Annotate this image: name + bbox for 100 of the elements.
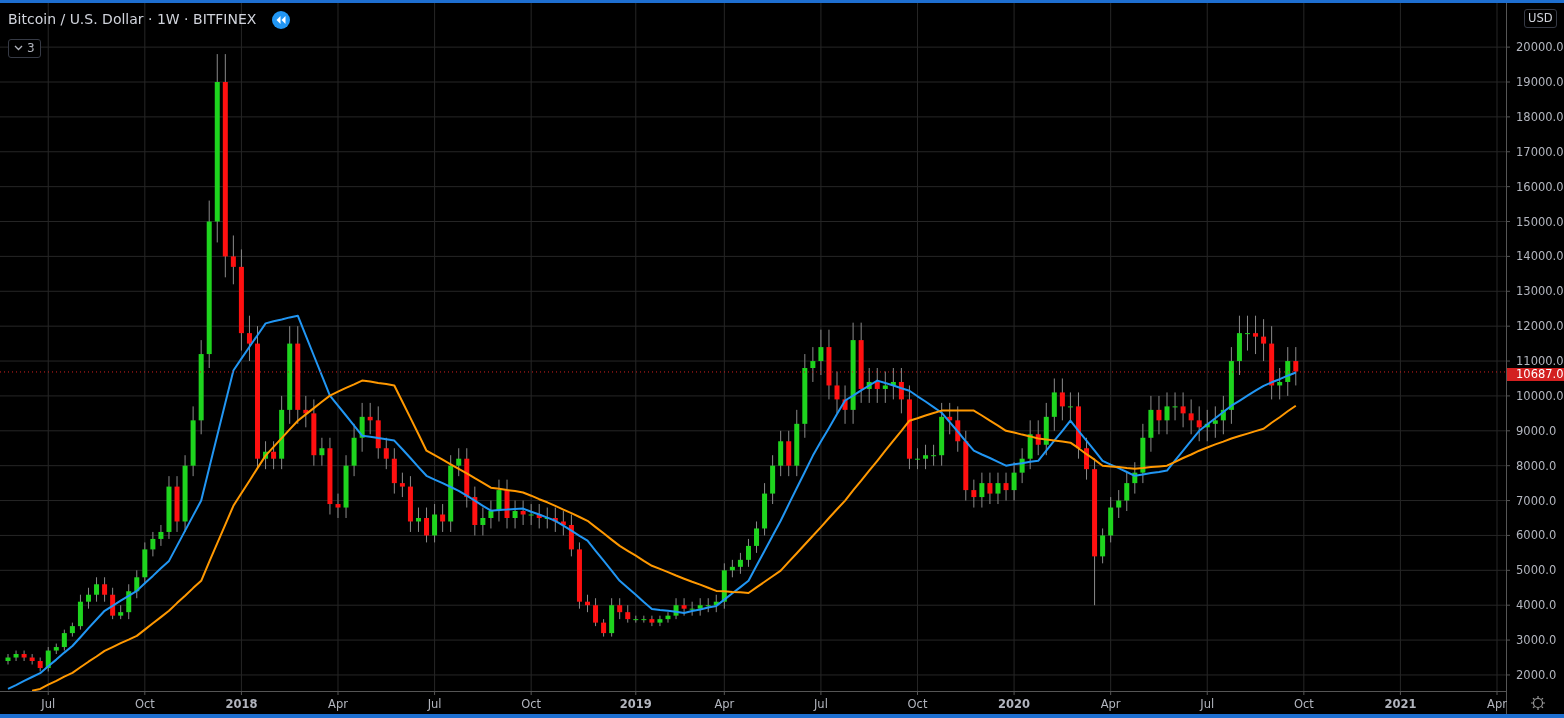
candlestick bbox=[1293, 346, 1299, 386]
time-axis-label: Jul bbox=[41, 697, 56, 711]
indicators-toggle[interactable]: 3 bbox=[8, 38, 41, 58]
candlestick bbox=[512, 500, 518, 529]
candlestick bbox=[979, 472, 985, 509]
price-axis-label: 18000.0 bbox=[1516, 109, 1564, 124]
settings-icon[interactable] bbox=[1530, 695, 1546, 711]
candlestick bbox=[1261, 318, 1267, 362]
price-axis-label: 8000.0 bbox=[1516, 458, 1557, 473]
candlestick bbox=[681, 597, 687, 617]
time-axis-label: 2018 bbox=[225, 697, 258, 711]
candlestick bbox=[335, 493, 341, 519]
candlestick bbox=[810, 346, 816, 383]
candlestick bbox=[85, 587, 91, 610]
price-axis-label: 11000.0 bbox=[1516, 354, 1564, 369]
candlestick bbox=[21, 650, 27, 662]
candlestick bbox=[271, 440, 277, 470]
price-axis-label: 13000.0 bbox=[1516, 284, 1564, 299]
symbol-title: Bitcoin / U.S. Dollar · 1W · BITFINEX bbox=[8, 10, 257, 29]
candlestick bbox=[593, 597, 599, 627]
time-axis-label: Jul bbox=[813, 697, 828, 711]
candlestick bbox=[496, 479, 502, 522]
time-axis-label: 2021 bbox=[1384, 697, 1417, 711]
candlestick bbox=[1172, 391, 1178, 421]
time-axis-label: Oct bbox=[134, 697, 155, 711]
candlestick bbox=[1244, 315, 1250, 352]
candlestick bbox=[399, 472, 405, 498]
candlestick bbox=[13, 650, 19, 662]
candlestick bbox=[1100, 527, 1106, 564]
price-axis-label: 4000.0 bbox=[1516, 598, 1557, 613]
candlestick bbox=[1180, 391, 1186, 428]
time-axis-label: Apr bbox=[328, 697, 348, 711]
candlestick bbox=[931, 444, 937, 467]
time-axis-label: Jul bbox=[427, 697, 442, 711]
candlestick bbox=[834, 371, 840, 414]
last-price-tag: 10687.0 bbox=[1507, 367, 1564, 381]
candlestick bbox=[1212, 405, 1218, 439]
candlestick bbox=[1067, 391, 1073, 421]
candlestick bbox=[528, 503, 534, 526]
time-axis-label: Oct bbox=[521, 697, 542, 711]
candlestick bbox=[754, 520, 760, 554]
candlestick bbox=[94, 576, 100, 603]
candlestick bbox=[480, 507, 486, 536]
candlestick bbox=[246, 315, 252, 362]
candlestick bbox=[134, 569, 140, 599]
candlestick bbox=[617, 597, 623, 620]
candlestick bbox=[520, 500, 526, 526]
price-axis-label: 12000.0 bbox=[1516, 319, 1564, 334]
candlestick bbox=[737, 552, 743, 575]
candlestick bbox=[689, 601, 695, 617]
candlestick bbox=[649, 615, 655, 627]
candlestick bbox=[432, 503, 438, 543]
candlestick bbox=[1116, 489, 1122, 519]
candlestick bbox=[995, 472, 1001, 505]
candlestick bbox=[1253, 315, 1259, 355]
price-axis-label: 10000.0 bbox=[1516, 388, 1564, 403]
candlestick bbox=[1164, 391, 1170, 435]
candlestick bbox=[230, 234, 236, 285]
candlestick bbox=[1003, 472, 1009, 502]
price-axis-label: 3000.0 bbox=[1516, 633, 1557, 648]
price-axis-label: 6000.0 bbox=[1516, 528, 1557, 543]
candlestick bbox=[915, 447, 920, 470]
time-axis-label: Apr bbox=[714, 697, 735, 711]
candlestick bbox=[102, 576, 108, 603]
candlestick bbox=[126, 583, 132, 620]
price-axis-label: 14000.0 bbox=[1516, 249, 1564, 264]
time-axis-label: Apr bbox=[1487, 697, 1507, 711]
rewind-icon[interactable] bbox=[272, 10, 291, 29]
time-axis-label: 2020 bbox=[998, 697, 1031, 711]
candlestick bbox=[424, 507, 430, 543]
price-axis-label: 5000.0 bbox=[1516, 563, 1557, 578]
chevron-down-icon bbox=[14, 45, 23, 51]
time-axis-label: Oct bbox=[907, 697, 928, 711]
candlestick bbox=[874, 367, 880, 404]
candlestick bbox=[971, 479, 977, 509]
candlestick bbox=[818, 329, 824, 376]
candlestick bbox=[488, 500, 494, 529]
candlestick bbox=[1156, 395, 1162, 435]
candlestick bbox=[987, 472, 993, 505]
candlestick bbox=[456, 447, 462, 477]
time-axis-label: Apr bbox=[1100, 697, 1121, 711]
time-axis-label: Oct bbox=[1293, 697, 1314, 711]
candlestick bbox=[745, 538, 751, 568]
candlestick bbox=[657, 615, 663, 627]
time-axis-label: 2019 bbox=[619, 697, 652, 711]
price-axis-label: 19000.0 bbox=[1516, 75, 1564, 89]
candlestick bbox=[882, 371, 888, 404]
price-axis-label: 7000.0 bbox=[1516, 493, 1557, 508]
candlestick bbox=[1124, 472, 1130, 512]
candlestick bbox=[1196, 405, 1202, 442]
time-axis-label: Jul bbox=[1200, 697, 1215, 711]
candlestick bbox=[383, 437, 389, 470]
price-axis-label: 9000.0 bbox=[1516, 423, 1557, 438]
candlestick bbox=[1059, 377, 1065, 421]
candlestick bbox=[158, 524, 164, 547]
price-axis-label: 15000.0 bbox=[1516, 214, 1564, 229]
currency-button[interactable]: USD bbox=[1524, 9, 1557, 28]
price-axis-label: 17000.0 bbox=[1516, 144, 1564, 159]
candlestick bbox=[1188, 398, 1194, 435]
candlestick bbox=[150, 531, 156, 557]
